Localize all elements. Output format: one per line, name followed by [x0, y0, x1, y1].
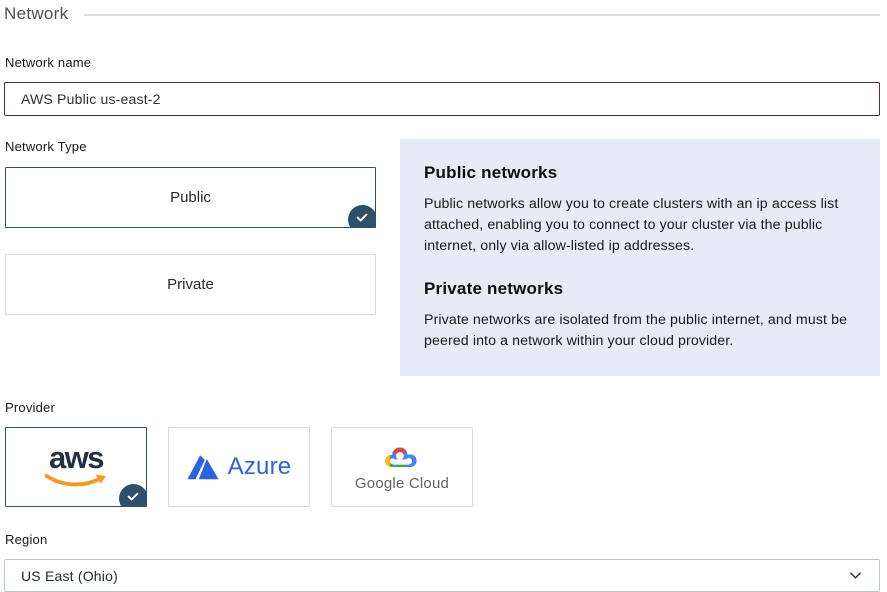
provider-cards: aws Azure — [4, 427, 880, 507]
private-networks-description: Private networks are isolated from the p… — [424, 310, 854, 352]
network-name-input[interactable] — [4, 82, 880, 116]
provider-option-aws[interactable]: aws — [5, 427, 147, 507]
section-divider — [84, 14, 880, 16]
azure-triangle-icon — [187, 453, 219, 482]
aws-logo: aws — [43, 443, 109, 488]
network-type-option-private[interactable]: Private — [5, 254, 376, 315]
azure-logo: Azure — [187, 453, 292, 482]
private-networks-heading: Private networks — [424, 279, 854, 299]
selected-check-badge — [348, 205, 376, 228]
network-type-column: Network Type Public Private — [4, 139, 376, 376]
provider-option-google[interactable]: Google Cloud — [331, 427, 473, 507]
network-type-option-public[interactable]: Public — [5, 167, 376, 228]
network-info-panel: Public networks Public networks allow yo… — [400, 139, 880, 376]
network-type-label: Network Type — [5, 139, 376, 154]
selected-check-badge — [119, 484, 147, 507]
check-icon — [355, 210, 369, 224]
public-networks-description: Public networks allow you to create clus… — [424, 194, 854, 257]
aws-logo-text: aws — [49, 443, 103, 473]
section-header: Network — [4, 4, 880, 24]
network-type-row: Network Type Public Private Public netwo… — [4, 139, 880, 376]
google-cloud-icon — [381, 443, 423, 473]
google-cloud-logo: Google Cloud — [355, 443, 449, 492]
private-option-label: Private — [167, 276, 214, 293]
azure-logo-text: Azure — [228, 453, 292, 481]
section-title: Network — [4, 4, 68, 24]
network-form: Network Network name Network Type Public… — [0, 0, 887, 592]
region-label: Region — [5, 532, 880, 547]
aws-smile-icon — [43, 473, 109, 488]
region-select[interactable]: US East (Ohio) — [4, 559, 880, 592]
chevron-down-icon — [848, 568, 863, 583]
google-cloud-logo-text: Google Cloud — [355, 475, 449, 492]
network-name-label: Network name — [5, 55, 880, 70]
check-icon — [126, 489, 140, 503]
provider-option-azure[interactable]: Azure — [168, 427, 310, 507]
provider-label: Provider — [5, 400, 880, 415]
public-option-label: Public — [170, 189, 211, 206]
public-networks-heading: Public networks — [424, 163, 854, 183]
region-selected-value: US East (Ohio) — [21, 568, 118, 584]
